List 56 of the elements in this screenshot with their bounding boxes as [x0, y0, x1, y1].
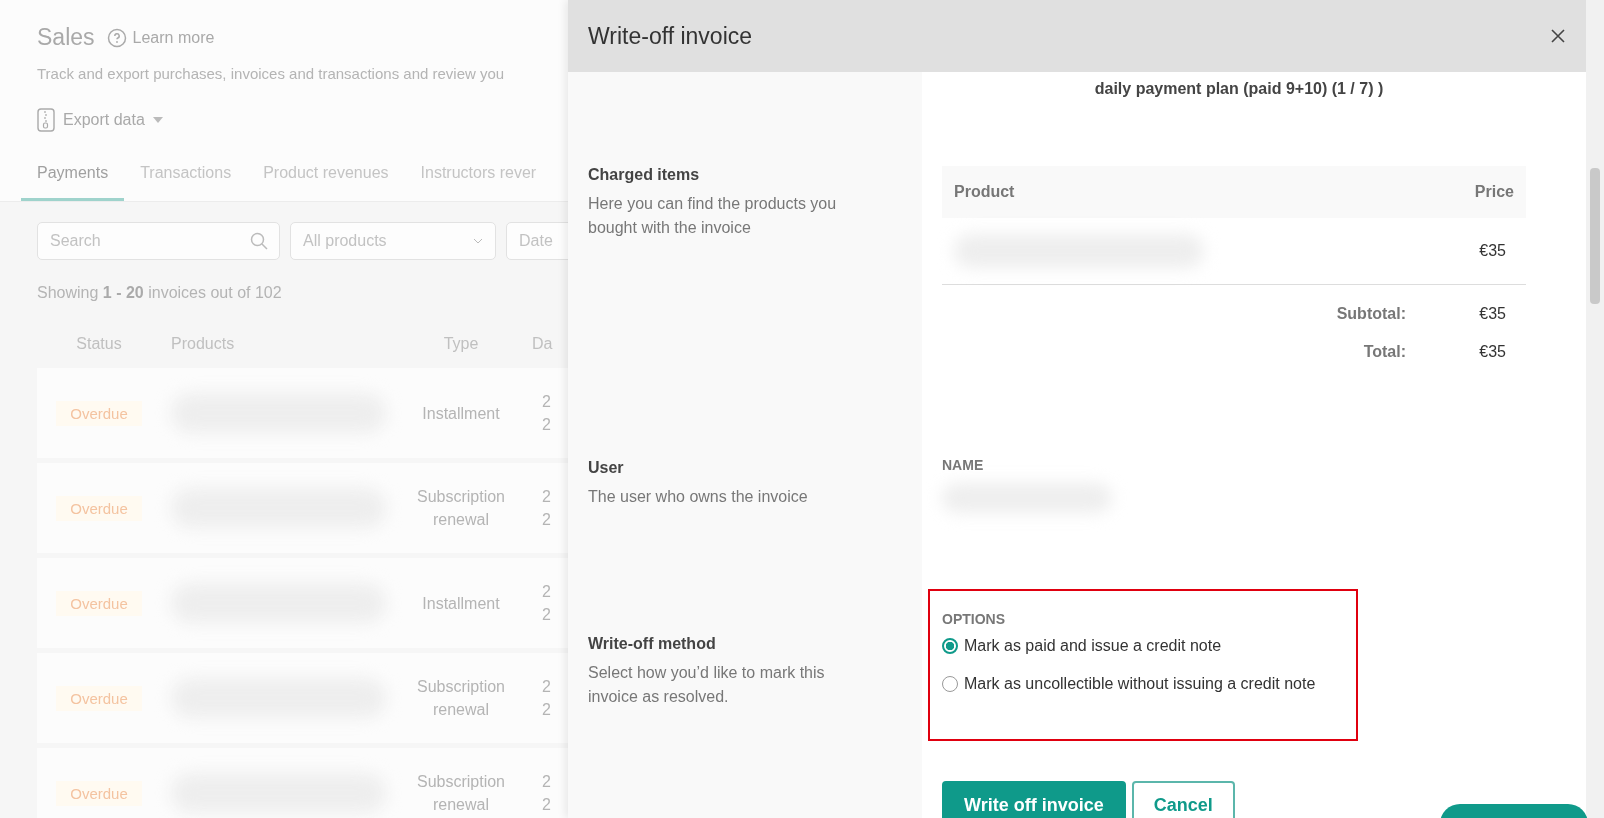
status-badge: Overdue — [56, 400, 142, 426]
total-value: €35 — [1478, 343, 1506, 361]
zip-file-icon — [37, 108, 55, 132]
type-cell-text: Subscription renewal — [415, 772, 506, 815]
column-header: Price — [1474, 183, 1514, 201]
date-cell-text: 2 2 — [541, 582, 552, 625]
page-subtitle: Track and export purchases, invoices and transactions and review you — [37, 65, 505, 82]
close-icon — [1550, 28, 1566, 44]
tab[interactable]: Payments — [21, 154, 125, 201]
page-title: Sales — [37, 24, 95, 51]
status-badge: Overdue — [56, 685, 142, 711]
results-summary: Showing 1 - 20 invoices out of 102 — [37, 284, 283, 302]
total-value: €35 — [1478, 305, 1506, 323]
products-dropdown[interactable]: All products — [290, 222, 496, 260]
cancel-button[interactable]: Cancel — [1131, 781, 1235, 818]
search-field[interactable]: Search — [37, 222, 280, 260]
field-label: OPTIONS — [942, 611, 1006, 627]
help-icon — [106, 27, 127, 48]
status-badge: Overdue — [56, 495, 142, 521]
type-cell-text: Subscription renewal — [415, 677, 506, 720]
total-label: Total: — [1362, 343, 1406, 361]
status-badge: Overdue — [56, 590, 142, 616]
date-cell-text: 2 2 — [541, 772, 552, 815]
write-off-button[interactable]: Write off invoice — [942, 781, 1126, 818]
radio-button[interactable] — [942, 638, 958, 654]
date-cell-text: 2 2 — [541, 392, 552, 435]
type-cell-text: Installment — [421, 403, 501, 424]
radio-option[interactable]: Mark as paid and issue a credit note — [942, 637, 1346, 655]
price: €35 — [1479, 242, 1506, 260]
drawer-title: Write-off invoice — [588, 22, 753, 50]
section-description: Select how you’d like to mark this invoice as resolved. — [588, 663, 826, 707]
column-header: Product — [954, 183, 1015, 201]
section-heading: User — [588, 459, 625, 477]
caret-icon — [152, 117, 163, 123]
type-cell-text: Installment — [421, 593, 501, 614]
radio-option[interactable]: Mark as uncollectible without issuing a credit note — [942, 675, 1346, 693]
product-name: daily payment plan (paid 9+10) (1 / 7) ) — [1093, 80, 1385, 99]
section-heading: Write-off method — [588, 635, 717, 653]
date-cell-text: 2 2 — [541, 677, 552, 720]
status-badge: Overdue — [56, 780, 142, 806]
date-cell-text: 2 2 — [541, 487, 552, 530]
learn-more-link[interactable]: Learn more — [106, 27, 215, 48]
radio-button[interactable] — [942, 676, 958, 692]
close-button[interactable] — [1550, 28, 1566, 44]
tab[interactable]: Product revenues — [247, 154, 405, 201]
scrollbar[interactable] — [1586, 0, 1604, 818]
total-label: Subtotal: — [1335, 305, 1406, 323]
section-description: The user who owns the invoice — [588, 487, 809, 507]
search-icon — [250, 232, 268, 250]
type-cell-text: Subscription renewal — [415, 487, 506, 530]
export-button[interactable]: Export data — [37, 108, 163, 132]
chevron-icon — [473, 238, 483, 244]
field-label: NAME — [942, 457, 985, 473]
section-heading: Charged items — [588, 166, 701, 184]
tab[interactable]: Transactions — [124, 154, 248, 201]
tab[interactable]: Instructors rever — [404, 154, 553, 201]
